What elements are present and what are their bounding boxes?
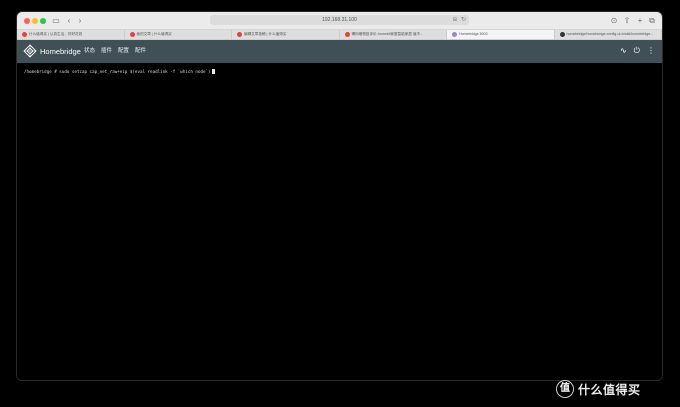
browser-tab[interactable]: homebridge/homebridge-config-ui-x/wiki/h… [555,30,662,39]
nav-status[interactable]: 状态 [84,47,95,56]
tab-favicon-icon [559,32,565,37]
watermark-badge: 值 [556,380,574,398]
tab-bar: 什么值得买 | 认真生活，好好花钱 我的文章 | 什么值得买 编辑文章投稿 | 什么… [17,30,662,40]
pulse-icon[interactable]: ∿ [620,45,627,57]
browser-tab[interactable]: 什么值得买 | 认真生活，好好花钱 [17,30,125,39]
terminal-command: /homebridge # sudo setcap cap_net_raw+ei… [24,69,211,74]
terminal[interactable]: /homebridge # sudo setcap cap_net_raw+ei… [17,63,662,380]
browser-tab[interactable]: Homebridge 8003 [447,30,555,39]
tab-title: 什么值得买 | 认真生活，好好花钱 [29,32,83,36]
reader-icon[interactable]: ⊞ [453,15,457,25]
app-header: Homebridge 状态 插件 配置 配件 ∿ ⏻ ⋮ [17,40,662,63]
watermark-text: 什么值得买 [578,382,641,397]
main-nav: 状态 插件 配置 配件 [84,47,146,56]
terminal-line: /homebridge # sudo setcap cap_net_raw+ei… [24,69,215,75]
watermark: 值 什么值得买 [556,379,641,399]
tab-overview-icon[interactable]: ⧉ [648,15,656,26]
nav-plugins[interactable]: 插件 [101,47,112,56]
app-brand[interactable]: Homebridge [40,46,81,57]
back-icon[interactable]: ‹ [65,15,73,26]
tab-favicon-icon [129,32,135,37]
address-bar[interactable]: 192.168.31.100 ⊞ ↻ [210,15,469,25]
tab-title: Homebridge 8003 [459,32,488,36]
tab-title: homebridge/homebridge-config-ui-x/wiki/h… [566,32,654,36]
share-icon[interactable]: ⇧ [623,15,631,26]
tab-title: 爆料晒物投评价-homekit家庭智能家居 值不... [351,32,424,36]
close-window-button[interactable] [24,18,30,24]
tab-title: 编辑文章投稿 | 什么值得买 [244,32,287,36]
power-icon[interactable]: ⏻ [634,45,640,57]
forward-icon[interactable]: › [76,15,84,26]
url-text: 192.168.31.100 [322,17,357,23]
nav-config[interactable]: 配置 [118,47,129,56]
browser-tab[interactable]: 爆料晒物投评价-homekit家庭智能家居 值不... [340,30,447,39]
reload-icon[interactable]: ↻ [461,15,466,25]
download-icon[interactable]: ⊙ [610,15,618,26]
browser-window: ▭ ‹ › 192.168.31.100 ⊞ ↻ ⊙ ⇧ + ⧉ 什么值得买 |… [17,12,662,380]
more-menu-icon[interactable]: ⋮ [647,45,655,57]
tab-favicon-icon [22,32,27,37]
homebridge-logo-icon[interactable] [23,44,37,58]
header-actions: ∿ ⏻ ⋮ [620,45,655,57]
nav-accessories[interactable]: 配件 [135,47,146,56]
browser-tab[interactable]: 我的文章 | 什么值得买 [125,30,232,39]
terminal-cursor [211,69,215,74]
tab-favicon-icon [452,32,457,37]
tab-favicon-icon [344,32,350,37]
tab-title: 我的文章 | 什么值得买 [136,32,172,36]
sidebar-icon[interactable]: ▭ [51,15,61,26]
tab-favicon-icon [237,32,242,37]
maximize-window-button[interactable] [40,18,46,24]
minimize-window-button[interactable] [32,18,38,24]
new-tab-icon[interactable]: + [636,15,644,26]
browser-toolbar: ▭ ‹ › 192.168.31.100 ⊞ ↻ ⊙ ⇧ + ⧉ [17,12,662,30]
browser-tab[interactable]: 编辑文章投稿 | 什么值得买 [232,30,340,39]
